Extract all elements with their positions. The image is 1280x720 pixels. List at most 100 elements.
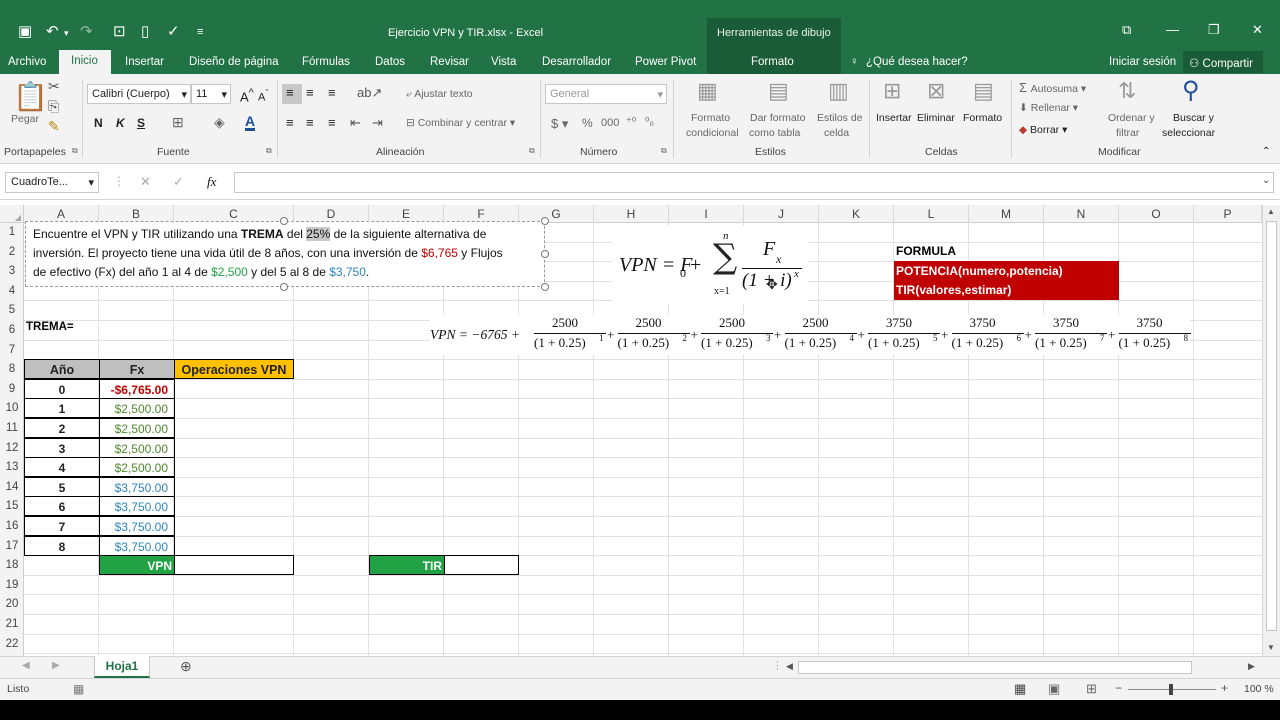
format-cells-button[interactable]: Formato xyxy=(963,112,1002,124)
tab-datos[interactable]: Datos xyxy=(375,56,405,68)
align-center-icon[interactable]: ≡ xyxy=(306,115,314,130)
borders-icon[interactable]: ⊞ xyxy=(172,114,184,131)
grow-font-icon[interactable]: A^ xyxy=(240,87,254,104)
autosum-button[interactable]: Σ Autosuma ▾ xyxy=(1019,80,1086,95)
trema-label[interactable]: TREMA= xyxy=(26,321,74,333)
fill-color-icon[interactable]: ◈ xyxy=(214,114,225,131)
column-header-i[interactable]: I xyxy=(669,205,744,223)
font-launcher-icon[interactable]: ⧉ xyxy=(266,146,272,156)
row-header-19[interactable]: 19 xyxy=(0,576,24,596)
column-header-j[interactable]: J xyxy=(744,205,819,223)
scroll-left-icon[interactable]: ◀ xyxy=(786,661,793,672)
header-ano[interactable]: Año xyxy=(24,359,100,380)
find-select-line1[interactable]: Buscar y xyxy=(1173,112,1214,124)
year-cell[interactable]: 8 xyxy=(24,535,100,556)
row-header-11[interactable]: 11 xyxy=(0,419,24,439)
paste-icon[interactable]: 📋 xyxy=(13,80,48,113)
wrap-text-button[interactable]: ⤶ Ajustar texto xyxy=(406,88,473,101)
sort-filter-line2[interactable]: filtrar xyxy=(1116,127,1139,139)
row-header-17[interactable]: 17 xyxy=(0,537,24,557)
font-name-select[interactable]: Calibri (Cuerpo) ▾ xyxy=(87,84,191,104)
cancel-icon[interactable]: ✕ xyxy=(140,174,151,190)
add-sheet-icon[interactable]: ⊕ xyxy=(180,658,192,675)
column-header-n[interactable]: N xyxy=(1044,205,1119,223)
year-cell[interactable]: 2 xyxy=(24,418,100,438)
undo-dropdown-icon[interactable]: ▾ xyxy=(64,28,69,39)
resize-handle[interactable] xyxy=(280,283,288,291)
tell-me-box[interactable]: ¿Qué desea hacer? xyxy=(866,56,968,68)
macro-record-icon[interactable]: ▦ xyxy=(73,682,84,696)
year-cell[interactable]: 1 xyxy=(24,398,100,419)
normal-view-icon[interactable]: ▦ xyxy=(1014,681,1026,697)
column-header-k[interactable]: K xyxy=(819,205,894,223)
column-header-a[interactable]: A xyxy=(24,205,99,223)
page-layout-icon[interactable]: ▣ xyxy=(1048,681,1060,697)
formula-input[interactable] xyxy=(234,172,1274,193)
next-sheet-icon[interactable]: ▶ xyxy=(52,660,60,671)
fx-cell[interactable]: $3,750.00 xyxy=(99,476,175,497)
cell-styles-line1[interactable]: Estilos de xyxy=(817,112,863,124)
formula-potencia[interactable]: POTENCIA(numero,potencia) xyxy=(896,264,1063,278)
tab-insertar[interactable]: Insertar xyxy=(125,56,164,68)
prev-sheet-icon[interactable]: ◀ xyxy=(22,660,30,671)
cut-icon[interactable]: ✂ xyxy=(48,78,60,95)
redo-icon[interactable]: ↷ xyxy=(80,22,93,40)
header-operaciones-vpn[interactable]: Operaciones VPN xyxy=(174,359,294,380)
column-header-f[interactable]: F xyxy=(444,205,519,223)
column-header-l[interactable]: L xyxy=(894,205,969,223)
fx-cell[interactable]: $3,750.00 xyxy=(99,496,175,517)
header-fx[interactable]: Fx xyxy=(99,359,175,380)
increase-indent-icon[interactable]: ⇥ xyxy=(372,115,383,131)
alignment-launcher-icon[interactable]: ⧉ xyxy=(529,146,535,156)
fx-cell[interactable]: -$6,765.00 xyxy=(99,378,175,399)
row-header-5[interactable]: 5 xyxy=(0,301,24,321)
scroll-down-icon[interactable]: ▼ xyxy=(1267,643,1275,652)
comma-style-icon[interactable]: 000 xyxy=(601,117,619,129)
year-cell[interactable]: 0 xyxy=(24,378,100,399)
row-header-12[interactable]: 12 xyxy=(0,439,24,459)
row-header-2[interactable]: 2 xyxy=(0,243,24,263)
maximize-icon[interactable]: ❐ xyxy=(1208,22,1220,38)
number-launcher-icon[interactable]: ⧉ xyxy=(661,146,667,156)
merge-center-button[interactable]: ⊟ Combinar y centrar ▾ xyxy=(406,117,515,129)
spelling-icon[interactable]: ✓ xyxy=(167,22,180,40)
sheet-tab-hoja1[interactable]: Hoja1 xyxy=(94,656,150,678)
align-right-icon[interactable]: ≡ xyxy=(328,115,336,130)
row-header-8[interactable]: 8 xyxy=(0,360,24,380)
align-middle-icon[interactable]: ≡ xyxy=(306,85,314,100)
delete-cells-button[interactable]: Eliminar xyxy=(917,112,955,124)
fx-cell[interactable]: $3,750.00 xyxy=(99,535,175,556)
zoom-out-icon[interactable]: − xyxy=(1115,681,1122,695)
print-preview-icon[interactable]: ⊡ xyxy=(113,22,126,40)
column-header-g[interactable]: G xyxy=(519,205,594,223)
currency-icon[interactable]: $ ▾ xyxy=(551,116,568,132)
font-size-select[interactable]: 11 ▾ xyxy=(191,84,231,104)
row-header-7[interactable]: 7 xyxy=(0,341,24,361)
cell-styles-line2[interactable]: celda xyxy=(824,127,849,139)
new-file-icon[interactable]: ▯ xyxy=(141,22,149,40)
row-header-6[interactable]: 6 xyxy=(0,321,24,341)
orientation-icon[interactable]: ab↗ xyxy=(357,85,382,101)
column-header-o[interactable]: O xyxy=(1119,205,1194,223)
row-header-18[interactable]: 18 xyxy=(0,556,24,576)
select-all-corner[interactable]: ◢ xyxy=(0,205,24,223)
save-icon[interactable]: ▣ xyxy=(18,22,32,40)
row-header-21[interactable]: 21 xyxy=(0,615,24,635)
align-bottom-icon[interactable]: ≡ xyxy=(328,85,336,100)
vpn-value-cell[interactable] xyxy=(174,555,294,575)
collapse-ribbon-icon[interactable]: ⌃ xyxy=(1262,146,1270,157)
vpn-label-cell[interactable]: VPN xyxy=(99,555,175,575)
row-header-3[interactable]: 3 xyxy=(0,262,24,282)
column-header-h[interactable]: H xyxy=(594,205,669,223)
scroll-thumb[interactable] xyxy=(1266,221,1277,631)
tir-value-cell[interactable] xyxy=(444,555,519,575)
scroll-right-icon[interactable]: ▶ xyxy=(1248,661,1255,672)
insert-function-icon[interactable]: fx xyxy=(207,174,216,190)
bold-button[interactable]: N xyxy=(94,116,103,130)
year-cell[interactable]: 3 xyxy=(24,437,100,458)
underline-button[interactable]: S xyxy=(137,116,145,130)
year-cell[interactable]: 5 xyxy=(24,476,100,497)
zoom-level[interactable]: 100 % xyxy=(1244,683,1274,695)
undo-icon[interactable]: ↶ xyxy=(46,22,59,40)
find-select-line2[interactable]: seleccionar xyxy=(1162,127,1215,139)
